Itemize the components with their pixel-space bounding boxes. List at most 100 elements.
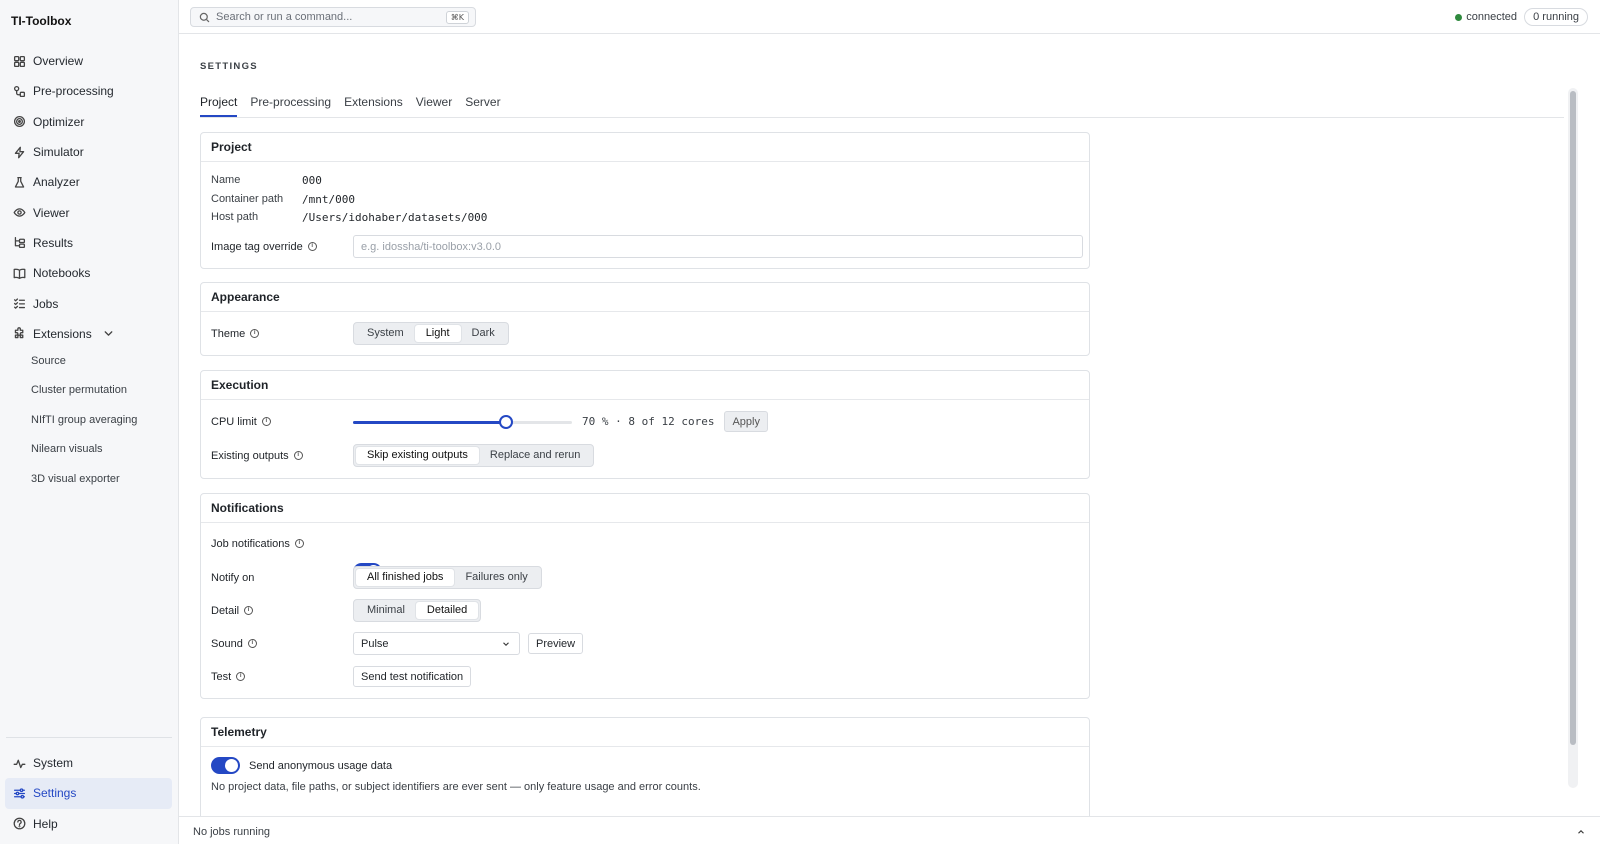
telemetry-note: No project data, file paths, or subject …	[211, 781, 701, 793]
outputs-option-replace[interactable]: Replace and rerun	[479, 447, 592, 464]
host-path-label: Host path	[211, 211, 259, 223]
info-icon[interactable]: i	[247, 639, 257, 648]
info-icon[interactable]: i	[294, 539, 304, 548]
sidebar-item-overview[interactable]: Overview	[0, 46, 179, 76]
telemetry-note-row: No project data, file paths, or subject …	[211, 781, 701, 793]
tab-project[interactable]: Project	[200, 95, 238, 117]
test-row: Test i	[211, 666, 246, 687]
sidebar-item-label: Extensions	[33, 326, 92, 341]
detail-option-detailed[interactable]: Detailed	[415, 602, 479, 619]
info-icon[interactable]: i	[244, 606, 254, 615]
sidebar-item-label: Viewer	[33, 205, 70, 220]
sidebar-item-settings[interactable]: Settings	[5, 778, 172, 809]
sidebar-subitem-nifti-group-averaging[interactable]: NIfTI group averaging	[0, 405, 179, 435]
info-icon[interactable]: i	[293, 451, 303, 460]
cpu-limit-control: 70 % · 8 of 12 cores Apply	[353, 411, 768, 432]
notifications-card: Notifications Job notifications i Notify …	[200, 493, 1090, 699]
scrollbar-thumb[interactable]	[1570, 91, 1576, 745]
main-scrollbar[interactable]	[1568, 88, 1578, 788]
flask-icon	[12, 175, 26, 189]
sidebar-item-extensions[interactable]: Extensions	[0, 319, 179, 349]
host-path-value: /Users/idohaber/datasets/000	[302, 211, 488, 224]
send-test-notification-button[interactable]: Send test notification	[353, 666, 472, 687]
image-tag-label: Image tag override i	[211, 241, 317, 253]
telemetry-card-title: Telemetry	[201, 718, 1089, 747]
sidebar-nav: Overview Pre-processing Optimizer Simula…	[0, 46, 179, 349]
tab-extensions[interactable]: Extensions	[344, 95, 403, 117]
sidebar-item-pre-processing[interactable]: Pre-processing	[0, 76, 179, 106]
extensions-submenu: Source Cluster permutation NIfTI group a…	[0, 346, 179, 494]
apply-button[interactable]: Apply	[724, 411, 768, 432]
notify-on-segmented-control: All finished jobs Failures only	[353, 566, 542, 589]
page-title: SETTINGS	[200, 61, 258, 72]
test-label-text: Test	[211, 670, 232, 683]
theme-option-system[interactable]: System	[356, 325, 415, 342]
slider-thumb[interactable]	[499, 414, 514, 429]
image-tag-input[interactable]	[353, 235, 1083, 258]
sidebar-item-label: Pre-processing	[33, 84, 114, 99]
running-jobs-badge[interactable]: 0 running	[1524, 8, 1588, 26]
telemetry-toggle[interactable]	[211, 757, 240, 774]
notifications-card-title: Notifications	[201, 494, 1089, 523]
sidebar-item-label: Overview	[33, 54, 84, 69]
theme-option-light[interactable]: Light	[414, 325, 461, 342]
chevron-down-icon	[501, 639, 511, 649]
chevron-down-icon[interactable]	[102, 327, 116, 341]
sidebar-item-results[interactable]: Results	[0, 228, 179, 258]
notify-option-all[interactable]: All finished jobs	[356, 569, 455, 586]
sound-row: Sound i	[211, 632, 257, 655]
outputs-option-skip[interactable]: Skip existing outputs	[356, 447, 479, 464]
sidebar-item-viewer[interactable]: Viewer	[0, 197, 179, 227]
search-input[interactable]	[216, 11, 436, 23]
tab-server[interactable]: Server	[465, 95, 500, 117]
info-icon[interactable]: i	[261, 417, 271, 426]
sidebar-item-jobs[interactable]: Jobs	[0, 288, 179, 318]
keyboard-shortcut-badge: ⌘K	[445, 11, 469, 24]
sidebar: TI-Toolbox Overview Pre-processing Optim…	[0, 0, 179, 844]
info-icon[interactable]: i	[307, 242, 317, 251]
sidebar-item-system[interactable]: System	[0, 748, 179, 778]
cpu-limit-row: CPU limit i	[211, 411, 271, 432]
sidebar-item-label: Analyzer	[33, 175, 80, 190]
sound-select[interactable]: Pulse	[353, 632, 520, 655]
sidebar-item-notebooks[interactable]: Notebooks	[0, 258, 179, 288]
project-card: Project Name 000 Container path /mnt/000…	[200, 132, 1090, 269]
sidebar-item-label: Jobs	[33, 296, 59, 311]
sound-label: Sound i	[211, 638, 257, 650]
sound-control: Pulse Preview	[353, 632, 584, 655]
job-status-bar[interactable]: No jobs running	[179, 816, 1600, 844]
detail-label-text: Detail	[211, 604, 240, 617]
sidebar-item-simulator[interactable]: Simulator	[0, 137, 179, 167]
sidebar-item-analyzer[interactable]: Analyzer	[0, 167, 179, 197]
sidebar-subitem-nilearn-visuals[interactable]: Nilearn visuals	[0, 435, 179, 465]
detail-label: Detail i	[211, 604, 254, 617]
theme-segmented-control: System Light Dark	[353, 322, 509, 345]
sidebar-item-label: Settings	[33, 786, 77, 801]
theme-option-dark[interactable]: Dark	[461, 325, 506, 342]
sidebar-item-label: System	[33, 756, 74, 771]
notify-on-row: Notify on	[211, 566, 254, 589]
eye-icon	[12, 206, 26, 220]
sidebar-item-optimizer[interactable]: Optimizer	[0, 107, 179, 137]
execution-card: Execution CPU limit i 70 % · 8 of 12 core…	[200, 370, 1090, 479]
existing-outputs-label-text: Existing outputs	[211, 449, 289, 462]
cpu-limit-slider[interactable]	[353, 414, 572, 429]
notify-option-failures[interactable]: Failures only	[454, 569, 538, 586]
theme-label: Theme i	[211, 328, 260, 340]
sidebar-subitem-cluster-permutation[interactable]: Cluster permutation	[0, 376, 179, 406]
detail-option-minimal[interactable]: Minimal	[356, 602, 416, 619]
command-search[interactable]: ⌘K	[190, 7, 476, 27]
existing-outputs-label: Existing outputs i	[211, 450, 303, 462]
job-notifications-row: Job notifications i	[211, 535, 304, 552]
info-icon[interactable]: i	[250, 329, 260, 338]
tab-viewer[interactable]: Viewer	[416, 95, 452, 117]
sidebar-subitem-3d-visual-exporter[interactable]: 3D visual exporter	[0, 464, 179, 494]
sidebar-item-label: Notebooks	[33, 266, 91, 281]
status-dot-icon	[1455, 13, 1463, 21]
sidebar-subitem-source[interactable]: Source	[0, 346, 179, 376]
preview-sound-button[interactable]: Preview	[528, 633, 584, 654]
info-icon[interactable]: i	[236, 672, 246, 681]
tab-pre-processing[interactable]: Pre-processing	[250, 95, 331, 117]
job-notifications-label-text: Job notifications	[211, 537, 290, 550]
sidebar-item-help[interactable]: Help	[0, 809, 179, 839]
